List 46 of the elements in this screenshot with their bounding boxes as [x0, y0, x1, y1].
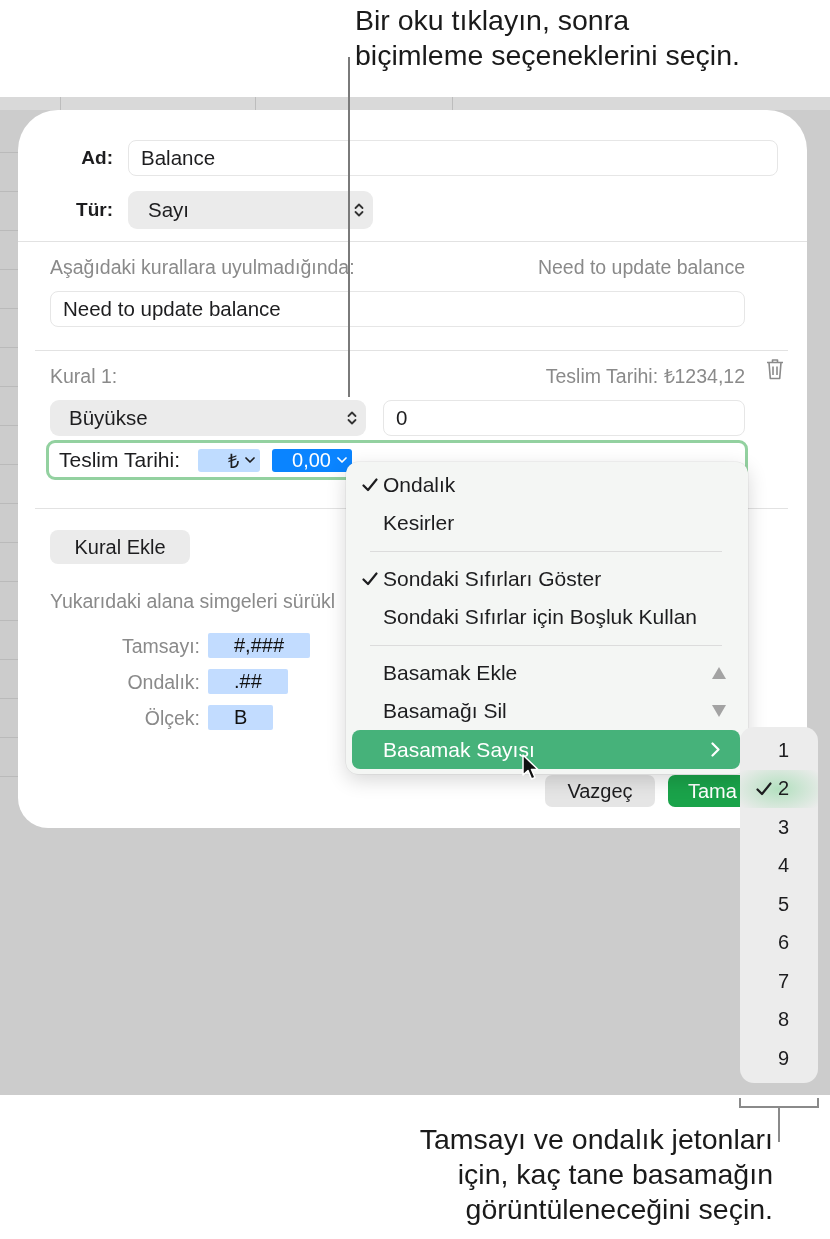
rule-preview: Teslim Tarihi: ₺1234,12 [545, 366, 745, 386]
menu-item[interactable]: 6 [740, 923, 818, 962]
value-field[interactable]: 0 [383, 400, 745, 436]
token-label: Tamsayı: [121, 635, 200, 656]
menu-item[interactable]: 3 [740, 808, 818, 847]
token-label: Ondalık: [127, 671, 200, 692]
menu-item[interactable]: 2 [740, 769, 818, 808]
trash-icon[interactable] [766, 358, 784, 380]
menu-item[interactable]: Sondaki Sıfırları Göster [352, 560, 740, 598]
menu-item[interactable]: Basamak Ekle [352, 654, 740, 692]
chevron-updown-icon [354, 202, 364, 218]
type-select[interactable]: Sayı [128, 191, 373, 229]
hint-text: Yukarıdaki alana simgeleri sürükl [50, 591, 336, 611]
menu-item[interactable]: 4 [740, 846, 818, 885]
menu-item[interactable]: Basamağı Sil [352, 692, 740, 730]
caret-icon [245, 457, 255, 463]
field-label: Ad: [81, 147, 113, 169]
callout-text: Tamsayı ve ondalık jetonları için, kaç tane basamağın görüntüleneceğini seçin. [419, 1122, 773, 1227]
format-token[interactable]: B [208, 705, 274, 730]
menu-item[interactable]: 8 [740, 1000, 818, 1039]
token-label: Ölçek: [144, 707, 200, 728]
field-label: Tür: [76, 199, 113, 221]
menu-item[interactable]: 1 [740, 731, 818, 770]
menu-item[interactable]: Sondaki Sıfırlar için Boşluk Kullan [352, 598, 740, 636]
menu-item[interactable]: 9 [740, 1039, 818, 1078]
add-rule-button[interactable]: Kural Ekle [50, 530, 190, 564]
condition-select[interactable]: Büyükse [50, 400, 366, 436]
menu-item[interactable]: Kesirler [352, 504, 740, 542]
format-token[interactable]: ₺ [198, 448, 260, 472]
format-label: Teslim Tarihi: [59, 448, 180, 472]
callout-text: Bir oku tıklayın, sonra biçimleme seçeneklerini seçin. [355, 3, 740, 73]
format-token[interactable]: .## [208, 669, 288, 694]
cancel-button[interactable]: Vazgeç [545, 775, 655, 807]
name-field[interactable]: Balance [128, 140, 778, 176]
format-token[interactable]: #,### [208, 633, 311, 658]
chevron-right-icon [711, 742, 720, 757]
up-triangle-icon [712, 667, 726, 679]
message-field[interactable]: Need to update balance [50, 291, 745, 327]
down-triangle-icon [712, 705, 726, 717]
menu-item[interactable]: 5 [740, 885, 818, 924]
menu-item[interactable]: 7 [740, 962, 818, 1001]
rule-label: Kural 1: [50, 366, 118, 386]
format-token[interactable]: 0,00 [272, 448, 352, 472]
chevron-updown-icon [347, 410, 357, 426]
message-preview: Need to update balance [537, 257, 745, 277]
caret-icon [337, 457, 347, 463]
